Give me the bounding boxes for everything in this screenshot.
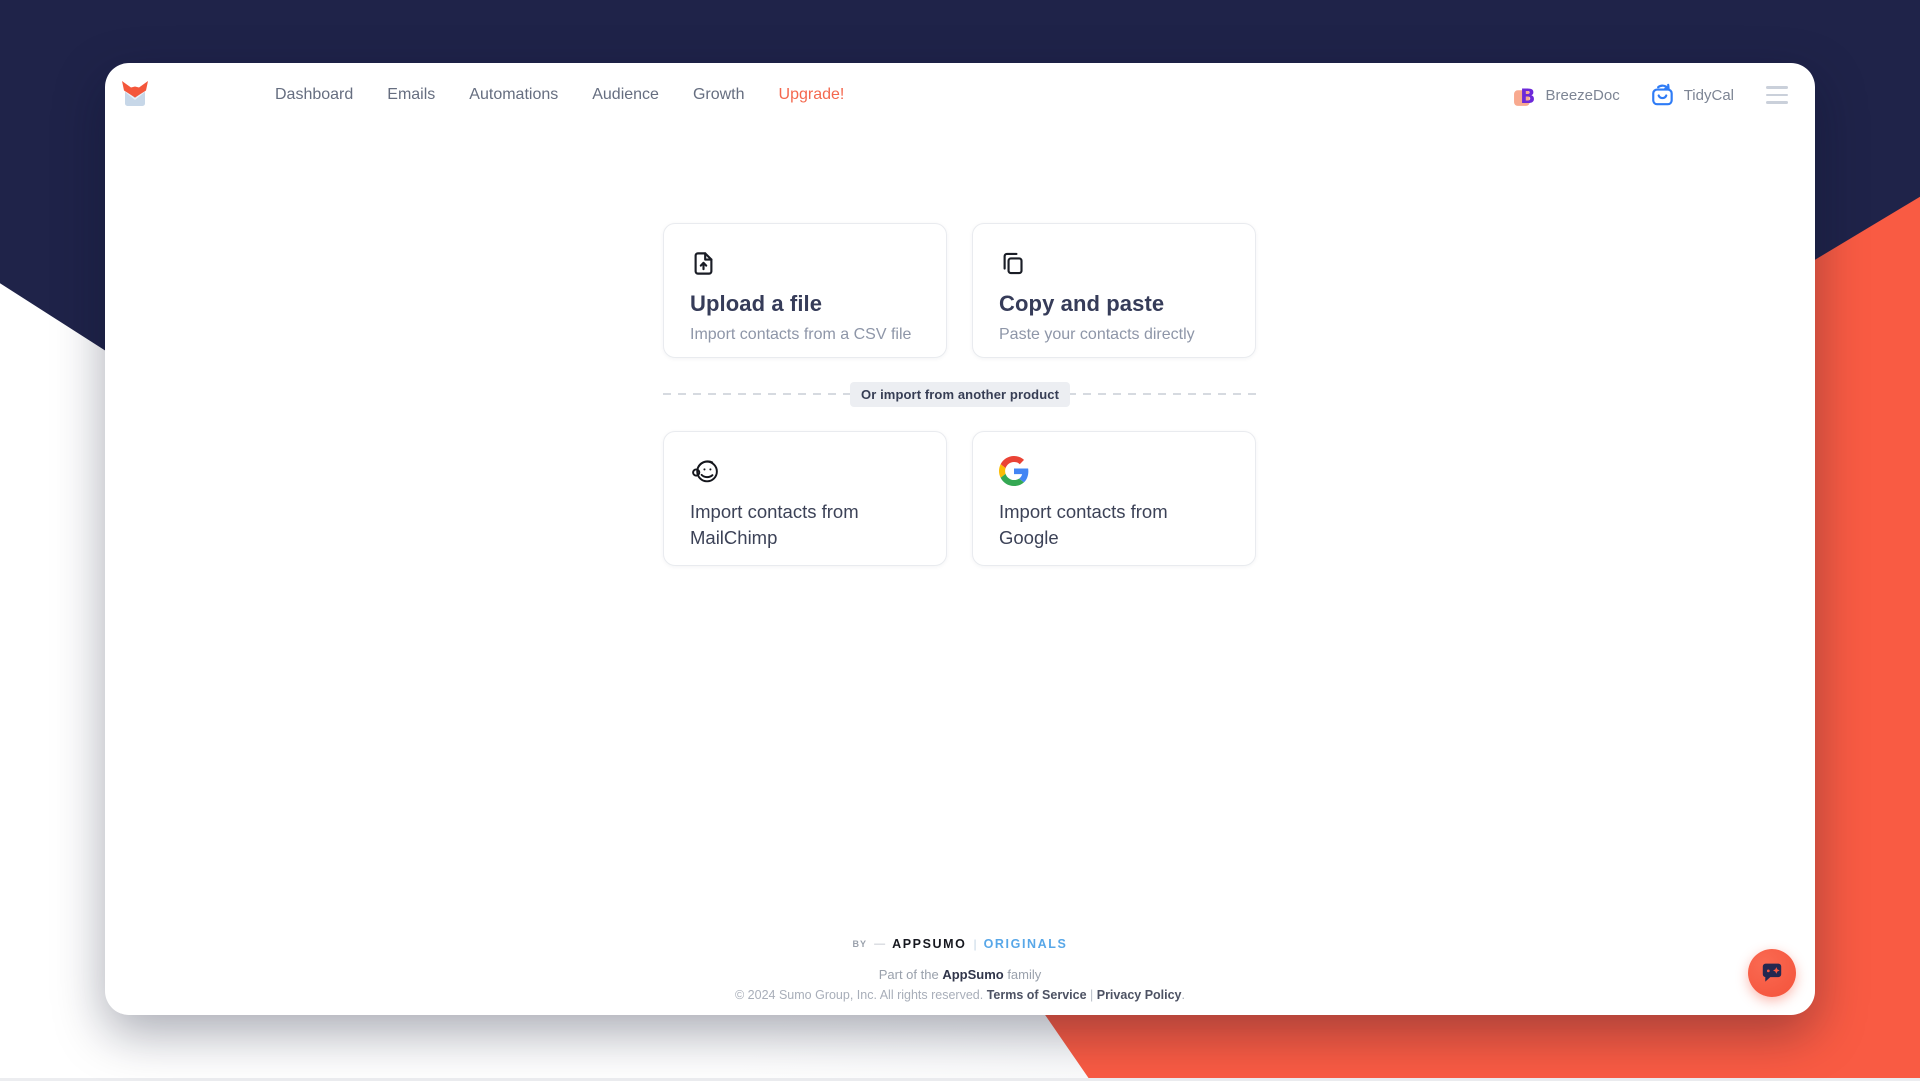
family-suffix: family (1003, 967, 1042, 982)
copy-paste-title: Copy and paste (999, 291, 1165, 316)
nav-item-automations[interactable]: Automations (469, 86, 558, 104)
import-divider: Or import from another product (663, 381, 1257, 407)
tidycal-icon (1651, 83, 1673, 106)
nav-item-emails[interactable]: Emails (387, 86, 435, 104)
chat-widget-button[interactable] (1748, 949, 1796, 997)
copy-paste-card[interactable]: Copy and paste Paste your contacts direc… (972, 223, 1256, 358)
chat-bubble-icon (1762, 963, 1782, 982)
import-methods-row: Upload a file Import contacts from a CSV… (663, 223, 1257, 358)
appsumo-byline: BY — APPSUMO | ORIGINALS (105, 937, 1815, 951)
nav-item-upgrade[interactable]: Upgrade! (779, 86, 845, 104)
family-prefix: Part of the (878, 967, 943, 982)
mailchimp-import-title: Import contacts from MailChimp (690, 501, 859, 549)
file-upload-icon (694, 251, 713, 275)
mailchimp-import-card[interactable]: Import contacts from MailChimp (663, 431, 947, 566)
divider-badge: Or import from another product (850, 381, 1070, 407)
originals-link[interactable]: ORIGINALS (984, 937, 1068, 951)
top-navigation: Dashboard Emails Automations Audience Gr… (105, 63, 1815, 127)
byline-pipe: | (973, 937, 977, 951)
nav-item-dashboard[interactable]: Dashboard (275, 86, 353, 104)
breezedoc-icon: B (1513, 84, 1535, 107)
nav-item-growth[interactable]: Growth (693, 86, 745, 104)
copy-icon (1003, 252, 1023, 274)
tidycal-label: TidyCal (1683, 86, 1734, 104)
google-icon (999, 456, 1029, 486)
by-label: BY (852, 939, 868, 949)
nav-menu: Dashboard Emails Automations Audience Gr… (275, 86, 844, 104)
svg-text:B: B (1520, 84, 1535, 107)
copy-paste-subtitle: Paste your contacts directly (999, 326, 1195, 343)
tidycal-button[interactable]: TidyCal (1650, 82, 1734, 108)
mailchimp-icon (692, 459, 718, 482)
byline-dash: — (874, 938, 886, 950)
family-line: Part of the AppSumo family (105, 967, 1815, 982)
upload-file-title: Upload a file (690, 291, 823, 316)
sendfox-logo-icon[interactable] (119, 80, 151, 110)
nav-right-group: B BreezeDoc TidyCal (1513, 82, 1791, 108)
privacy-policy-link[interactable]: Privacy Policy (1097, 988, 1182, 1002)
copyright-line: © 2024 Sumo Group, Inc. All rights reser… (105, 988, 1815, 1002)
menu-icon[interactable] (1764, 82, 1790, 108)
legal-separator: | (1086, 988, 1097, 1002)
google-import-title: Import contacts from Google (999, 501, 1168, 549)
google-import-card[interactable]: Import contacts from Google (972, 431, 1256, 566)
copyright-text: © 2024 Sumo Group, Inc. All rights reser… (735, 988, 987, 1002)
nav-item-audience[interactable]: Audience (592, 86, 659, 104)
appsumo-brand: APPSUMO (892, 937, 967, 951)
terms-of-service-link[interactable]: Terms of Service (987, 988, 1087, 1002)
breezedoc-button[interactable]: B BreezeDoc (1513, 83, 1620, 108)
upload-file-subtitle: Import contacts from a CSV file (690, 326, 912, 343)
upload-file-card[interactable]: Upload a file Import contacts from a CSV… (663, 223, 947, 358)
footer: BY — APPSUMO | ORIGINALS Part of the App… (105, 937, 1815, 1002)
breezedoc-label: BreezeDoc (1545, 86, 1620, 104)
page-background: Dashboard Emails Automations Audience Gr… (0, 0, 1920, 1081)
copyright-period: . (1181, 988, 1185, 1002)
family-brand: AppSumo (942, 967, 1004, 982)
import-options-section: Upload a file Import contacts from a CSV… (663, 223, 1257, 566)
import-providers-row: Import contacts from MailChimp Import co… (663, 431, 1257, 566)
main-card: Dashboard Emails Automations Audience Gr… (105, 63, 1815, 1015)
